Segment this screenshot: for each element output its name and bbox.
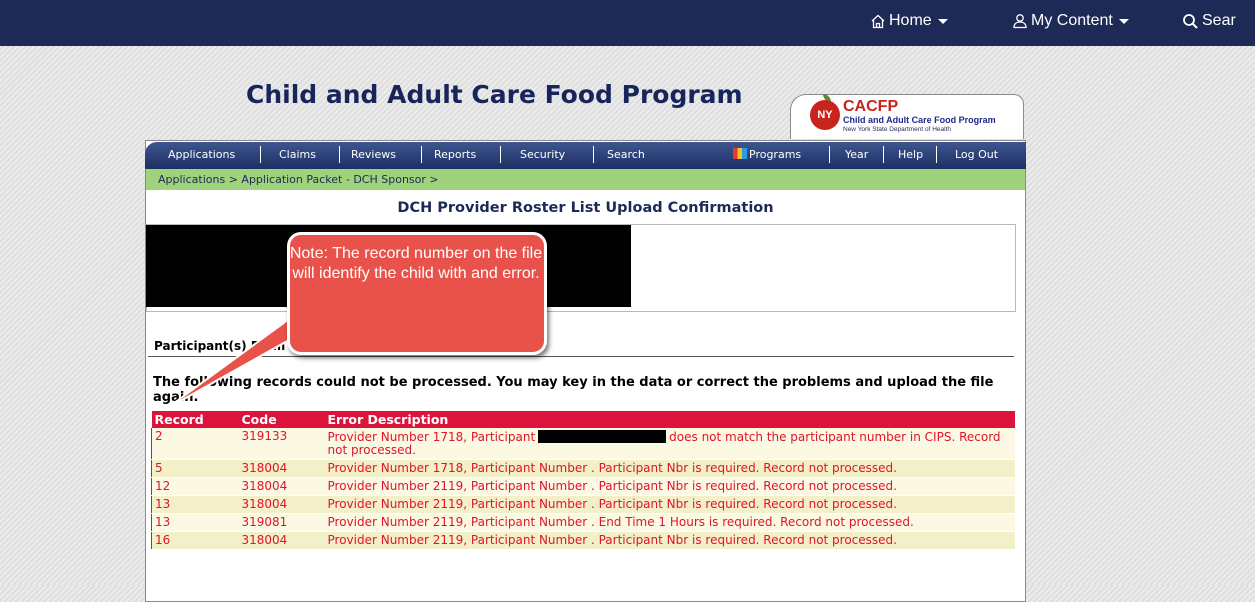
error-table: Record Code Error Description 2 319133 P…	[151, 411, 1015, 550]
code-cell: 318004	[238, 477, 325, 496]
record-cell: 5	[151, 459, 239, 478]
breadcrumb-application-packet[interactable]: Application Packet - DCH Sponsor	[241, 173, 425, 186]
menu-divider	[260, 146, 261, 163]
menu-divider	[829, 146, 830, 163]
error-description-cell: Provider Number 2119, Participant Number…	[324, 477, 1015, 496]
chevron-down-icon	[937, 18, 948, 24]
code-cell: 318004	[238, 531, 325, 550]
table-row: 13 319081 Provider Number 2119, Particip…	[151, 513, 1015, 532]
error-description-cell: Provider Number 2119, Participant Number…	[324, 513, 1015, 532]
table-header-row: Record Code Error Description	[151, 411, 1015, 428]
code-cell: 319081	[238, 513, 325, 532]
home-label: Home	[889, 12, 932, 29]
table-row: 16 318004 Provider Number 2119, Particip…	[151, 531, 1015, 550]
menu-divider	[883, 146, 884, 163]
search-menu[interactable]: Sear	[1182, 12, 1236, 30]
program-title: Child and Adult Care Food Program	[246, 80, 743, 109]
logo-title: CACFP	[843, 98, 899, 115]
redacted-participant	[538, 430, 667, 443]
code-cell: 318004	[238, 459, 325, 478]
breadcrumb-separator: >	[425, 173, 439, 186]
menu-item-security[interactable]: Security	[520, 148, 565, 161]
section-label: Participant(s) Form	[154, 339, 286, 353]
menu-divider	[593, 146, 594, 163]
column-header-error-description: Error Description	[324, 411, 1015, 428]
record-cell: 13	[151, 495, 239, 514]
error-description-cell: Provider Number 1718, Participant Number…	[324, 459, 1015, 478]
error-description-cell: Provider Number 2119, Participant Number…	[324, 531, 1015, 550]
programs-icon	[733, 148, 747, 159]
breadcrumb-separator: >	[225, 173, 242, 186]
menu-item-programs-label: Programs	[749, 148, 802, 161]
column-header-record: Record	[151, 411, 239, 428]
record-cell: 2	[151, 428, 239, 460]
column-header-code: Code	[238, 411, 325, 428]
menu-divider	[421, 146, 422, 163]
menu-item-year[interactable]: Year	[845, 148, 868, 161]
breadcrumb: Applications > Application Packet - DCH …	[158, 173, 439, 186]
my-content-label: My Content	[1031, 12, 1113, 29]
search-icon	[1183, 13, 1198, 29]
error-description-cell: Provider Number 1718, Participant does no…	[324, 428, 1015, 460]
page-title: DCH Provider Roster List Upload Confirma…	[397, 200, 774, 216]
my-content-menu[interactable]: My Content	[1012, 12, 1129, 30]
logo-department: New York State Department of Health	[843, 126, 952, 133]
home-icon	[871, 14, 885, 28]
menu-item-reviews[interactable]: Reviews	[351, 148, 396, 161]
table-row: 13 318004 Provider Number 2119, Particip…	[151, 495, 1015, 514]
table-row: 5 318004 Provider Number 1718, Participa…	[151, 459, 1015, 478]
code-cell: 318004	[238, 495, 325, 514]
record-cell: 12	[151, 477, 239, 496]
menu-divider	[339, 146, 340, 163]
menu-item-reports[interactable]: Reports	[434, 148, 476, 161]
menu-divider	[936, 146, 937, 163]
table-row: 12 318004 Provider Number 2119, Particip…	[151, 477, 1015, 496]
menu-item-help[interactable]: Help	[898, 148, 923, 161]
record-cell: 13	[151, 513, 239, 532]
menu-item-applications[interactable]: Applications	[168, 148, 235, 161]
main-menu-bar	[145, 142, 1026, 169]
search-label: Sear	[1202, 12, 1236, 29]
section-divider	[148, 356, 1014, 357]
breadcrumb-applications[interactable]: Applications	[158, 173, 225, 186]
logo-subtitle: Child and Adult Care Food Program	[843, 115, 996, 125]
menu-item-log-out[interactable]: Log Out	[955, 148, 998, 161]
menu-item-search[interactable]: Search	[607, 148, 645, 161]
apple-logo-icon: NY	[810, 100, 840, 130]
user-icon	[1013, 14, 1027, 29]
error-message: The following records could not be proce…	[153, 375, 994, 405]
callout-note-text: Note: The record number on the file will…	[289, 245, 543, 282]
home-menu[interactable]: Home	[870, 12, 948, 30]
error-description-cell: Provider Number 2119, Participant Number…	[324, 495, 1015, 514]
error-description-text: Provider Number 1718, Participant	[327, 430, 536, 444]
menu-item-programs[interactable]: Programs	[733, 148, 801, 161]
menu-divider	[500, 146, 501, 163]
table-row: 2 319133 Provider Number 1718, Participa…	[151, 428, 1015, 460]
menu-item-claims[interactable]: Claims	[279, 148, 316, 161]
chevron-down-icon	[1118, 18, 1129, 24]
code-cell: 319133	[238, 428, 325, 460]
record-cell: 16	[151, 531, 239, 550]
